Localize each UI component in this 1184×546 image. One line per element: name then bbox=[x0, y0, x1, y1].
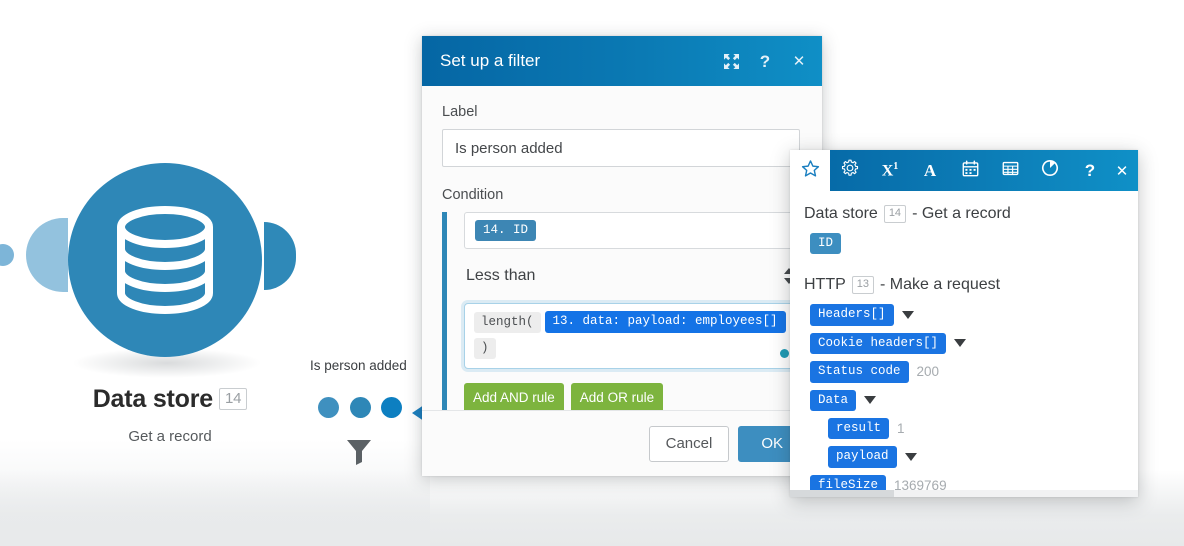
mapping-panel-body: Data store 14 - Get a record ID HTTP 13 … bbox=[790, 191, 1138, 497]
gear-icon bbox=[841, 159, 859, 182]
tab-variables[interactable] bbox=[1030, 150, 1070, 191]
item-value-status-code: 200 bbox=[916, 364, 940, 380]
close-icon[interactable]: ✕ bbox=[790, 52, 808, 70]
node-title: Data store 14 bbox=[0, 385, 340, 414]
function-close-chip[interactable]: ) bbox=[474, 337, 496, 359]
help-icon: ? bbox=[1084, 160, 1096, 180]
connector-arc-outgoing bbox=[264, 222, 296, 290]
scenario-node-data-store[interactable]: Data store 14 Get a record Is person adde… bbox=[0, 150, 446, 465]
list-item[interactable]: Data bbox=[804, 389, 1122, 411]
app-canvas: Data store 14 Get a record Is person adde… bbox=[0, 0, 1184, 546]
group-badge: 13 bbox=[851, 276, 875, 295]
calendar-icon bbox=[962, 160, 979, 182]
item-tag-data[interactable]: Data bbox=[810, 389, 857, 411]
chevron-down-icon[interactable] bbox=[864, 396, 877, 405]
node-subtitle: Get a record bbox=[128, 428, 212, 445]
chevron-down-icon[interactable] bbox=[904, 452, 917, 461]
variable-tag[interactable]: 13. data: payload: employees[] bbox=[544, 311, 786, 333]
filter-dialog-header: Set up a filter ? ✕ bbox=[422, 36, 822, 86]
list-item[interactable]: ID bbox=[804, 233, 1122, 255]
group-title-data-store: Data store 14 - Get a record bbox=[804, 205, 1122, 223]
chevron-down-icon[interactable] bbox=[901, 311, 914, 320]
tab-general-functions[interactable] bbox=[830, 150, 870, 191]
group-title-suffix: - Make a request bbox=[880, 276, 1001, 294]
tab-math-functions[interactable]: X1 bbox=[870, 150, 910, 191]
item-tag-status-code[interactable]: Status code bbox=[810, 361, 909, 383]
condition-section-label: Condition bbox=[442, 187, 504, 203]
filter-dialog: Set up a filter ? ✕ Label Is person adde… bbox=[422, 36, 822, 476]
label-input[interactable] bbox=[442, 129, 800, 167]
connector-dot-left bbox=[0, 244, 14, 266]
chevron-down-icon[interactable] bbox=[954, 339, 967, 348]
operator-select[interactable]: Less than bbox=[464, 257, 800, 295]
table-icon bbox=[1002, 160, 1019, 182]
mapping-panel: X1 A ? ✕ Data store 14 - Get a record ID… bbox=[790, 150, 1138, 497]
tab-text-functions[interactable]: A bbox=[910, 150, 950, 191]
database-icon bbox=[114, 205, 216, 315]
condition-right-operand-field[interactable]: length( 13. data: payload: employees[] ) bbox=[464, 303, 800, 369]
list-item[interactable]: Cookie headers[] bbox=[804, 332, 1122, 355]
tab-favorites[interactable] bbox=[790, 150, 830, 191]
item-tag-payload[interactable]: payload bbox=[828, 446, 897, 468]
filter-dialog-header-actions: ? ✕ bbox=[722, 52, 808, 70]
filter-dialog-title: Set up a filter bbox=[440, 51, 541, 70]
letter-a-icon: A bbox=[923, 160, 937, 180]
route-dot-2 bbox=[350, 397, 371, 418]
rule-buttons: Add AND rule Add OR rule bbox=[464, 382, 800, 410]
label-field-label: Label bbox=[442, 104, 478, 120]
item-tag-cookie-headers[interactable]: Cookie headers[] bbox=[810, 332, 947, 355]
panel-help-icon[interactable]: ? bbox=[1074, 150, 1106, 191]
connector-arc-incoming bbox=[26, 218, 68, 292]
formula-resize-handle[interactable] bbox=[780, 348, 789, 358]
funnel-icon[interactable] bbox=[346, 438, 372, 466]
add-or-rule-button[interactable]: Add OR rule bbox=[570, 382, 664, 410]
condition-accent-bar bbox=[442, 212, 447, 410]
item-tag-id[interactable]: ID bbox=[810, 233, 842, 255]
list-item[interactable]: Status code 200 bbox=[804, 361, 1122, 383]
panel-close-icon[interactable]: ✕ bbox=[1106, 150, 1138, 191]
add-and-rule-button[interactable]: Add AND rule bbox=[464, 382, 564, 410]
route-dot-3 bbox=[381, 397, 402, 418]
help-icon[interactable]: ? bbox=[756, 52, 774, 70]
pie-chart-icon bbox=[1041, 159, 1059, 182]
group-badge: 14 bbox=[883, 205, 907, 223]
list-item[interactable]: Headers[] bbox=[804, 304, 1122, 326]
group-title-prefix: HTTP bbox=[804, 276, 846, 294]
node-title-text: Data store bbox=[92, 385, 213, 413]
condition-group: 14. ID Less than length( 13. data: paylo… bbox=[442, 212, 800, 410]
close-icon: ✕ bbox=[1115, 162, 1129, 180]
formula-line-1: length( 13. data: payload: employees[] bbox=[474, 311, 790, 333]
operator-select-value: Less than bbox=[466, 267, 536, 285]
item-value-result: 1 bbox=[897, 421, 905, 437]
function-open-chip[interactable]: length( bbox=[474, 311, 541, 333]
node-badge: 14 bbox=[218, 388, 248, 410]
list-item[interactable]: result 1 bbox=[804, 417, 1122, 440]
condition-left-operand-field[interactable]: 14. ID bbox=[464, 212, 800, 250]
group-title-suffix: - Get a record bbox=[912, 205, 1011, 222]
star-icon bbox=[801, 159, 820, 183]
left-operand-tag[interactable]: 14. ID bbox=[475, 220, 537, 242]
filter-dialog-body: Label Condition 14. ID Less than lengt bbox=[422, 86, 822, 410]
panel-horizontal-scrollbar[interactable] bbox=[790, 490, 1138, 497]
list-item[interactable]: payload bbox=[804, 446, 1122, 468]
route-dot-1 bbox=[318, 397, 339, 418]
group-title-prefix: Data store bbox=[804, 205, 878, 222]
tab-date-functions[interactable] bbox=[950, 150, 990, 191]
scrollbar-thumb[interactable] bbox=[790, 490, 894, 497]
item-tag-headers[interactable]: Headers[] bbox=[810, 304, 894, 326]
route-filter-label: Is person added bbox=[310, 358, 407, 373]
mapping-panel-tabs: X1 A ? ✕ bbox=[790, 150, 1138, 191]
item-tag-result[interactable]: result bbox=[828, 417, 890, 440]
node-circle[interactable] bbox=[68, 163, 262, 357]
cancel-button[interactable]: Cancel bbox=[648, 425, 730, 462]
filter-dialog-footer: Cancel OK bbox=[422, 410, 822, 476]
exponent-icon: X1 bbox=[881, 160, 899, 180]
expand-icon[interactable] bbox=[722, 52, 740, 70]
condition-fields: 14. ID Less than length( 13. data: paylo… bbox=[464, 212, 800, 410]
tab-array-functions[interactable] bbox=[990, 150, 1030, 191]
group-title-http: HTTP 13 - Make a request bbox=[804, 276, 1122, 295]
formula-line-2: ) bbox=[474, 337, 790, 359]
